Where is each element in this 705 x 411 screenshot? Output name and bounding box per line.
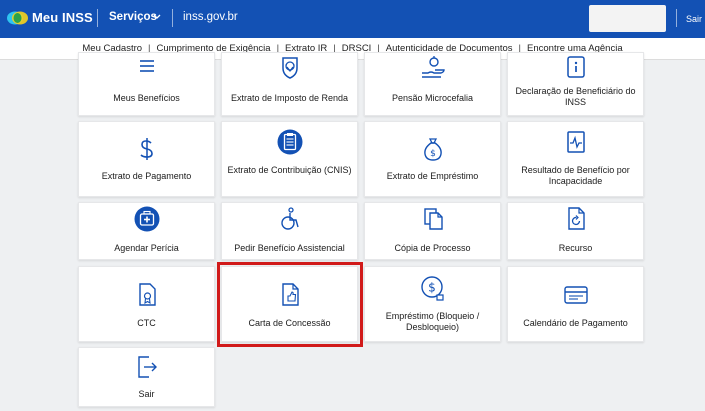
card-label: Extrato de Contribuição (CNIS) bbox=[227, 165, 352, 175]
card-label: Resultado de Benefício por Incapacidade bbox=[521, 165, 630, 186]
card-label: Cópia de Processo bbox=[394, 243, 471, 253]
money-lock-icon: $ bbox=[419, 275, 447, 301]
card-label: Extrato de Pagamento bbox=[101, 171, 192, 181]
card-agendar-pericia[interactable]: Agendar Perícia bbox=[78, 202, 215, 260]
card-pedir-beneficio-assistencial[interactable]: Pedir Benefício Assistencial bbox=[221, 202, 358, 260]
certificate-icon bbox=[133, 282, 161, 308]
meu-inss-logo-icon[interactable] bbox=[6, 9, 30, 27]
app-title[interactable]: Meu INSS bbox=[32, 10, 93, 25]
card-calendario-pagamento[interactable]: Calendário de Pagamento bbox=[507, 266, 644, 342]
calendar-card-icon bbox=[562, 282, 590, 308]
card-label: Recurso bbox=[558, 243, 593, 253]
card-label: Meus Benefícios bbox=[113, 93, 180, 103]
card-meus-beneficios[interactable]: Meus Benefícios bbox=[78, 52, 215, 116]
card-label: Pedir Benefício Assistencial bbox=[234, 243, 345, 253]
services-menu[interactable]: Serviços bbox=[109, 11, 157, 23]
header-divider bbox=[676, 9, 677, 27]
card-extrato-pagamento[interactable]: Extrato de Pagamento bbox=[78, 121, 215, 197]
user-name-box[interactable] bbox=[589, 5, 666, 32]
logout-link[interactable]: Sair bbox=[686, 14, 702, 24]
card-extrato-emprestimo[interactable]: $ Extrato de Empréstimo bbox=[364, 121, 501, 197]
card-label: CTC bbox=[137, 318, 156, 328]
card-label: Agendar Perícia bbox=[114, 243, 179, 253]
header-divider bbox=[172, 9, 173, 27]
wheelchair-icon bbox=[276, 206, 304, 232]
money-bag-icon: $ bbox=[419, 136, 447, 162]
hand-care-icon bbox=[419, 55, 447, 81]
copy-icon bbox=[419, 206, 447, 232]
medical-kit-icon bbox=[133, 206, 161, 232]
dollar-icon bbox=[133, 136, 161, 162]
clipboard-icon bbox=[276, 129, 304, 155]
chevron-down-icon[interactable] bbox=[153, 14, 161, 20]
logout-icon bbox=[133, 354, 161, 380]
card-pensao-microcefalia[interactable]: Pensão Microcefalia bbox=[364, 52, 501, 116]
card-label: Extrato de Imposto de Renda bbox=[230, 93, 349, 103]
top-header: Meu INSS Serviços inss.gov.br Sair bbox=[0, 0, 705, 38]
card-label: Empréstimo (Bloqueio / Desbloqueio) bbox=[385, 311, 480, 332]
svg-text:$: $ bbox=[428, 281, 436, 295]
highlight-box bbox=[217, 262, 363, 347]
card-label: Declaração de Beneficiário do INSS bbox=[515, 86, 636, 107]
refresh-document-icon bbox=[562, 206, 590, 232]
pulse-document-icon bbox=[562, 130, 590, 156]
card-sair[interactable]: Sair bbox=[78, 347, 215, 407]
lion-shield-icon bbox=[276, 55, 304, 81]
card-label: Calendário de Pagamento bbox=[523, 318, 628, 328]
info-document-icon bbox=[562, 55, 590, 81]
svg-text:$: $ bbox=[430, 149, 436, 159]
card-ctc[interactable]: CTC bbox=[78, 266, 215, 342]
card-label: Extrato de Empréstimo bbox=[386, 171, 479, 181]
card-extrato-imposto-renda[interactable]: Extrato de Imposto de Renda bbox=[221, 52, 358, 116]
card-recurso[interactable]: Recurso bbox=[507, 202, 644, 260]
card-copia-processo[interactable]: Cópia de Processo bbox=[364, 202, 501, 260]
header-divider bbox=[97, 9, 98, 27]
card-extrato-contribuicao[interactable]: Extrato de Contribuição (CNIS) bbox=[221, 121, 358, 197]
domain-link[interactable]: inss.gov.br bbox=[183, 11, 238, 23]
list-icon bbox=[133, 55, 161, 81]
card-declaracao-beneficiario[interactable]: Declaração de Beneficiário do INSS bbox=[507, 52, 644, 116]
card-resultado-beneficio-incapacidade[interactable]: Resultado de Benefício por Incapacidade bbox=[507, 121, 644, 197]
card-label: Sair bbox=[138, 389, 155, 399]
card-emprestimo-bloqueio[interactable]: $ Empréstimo (Bloqueio / Desbloqueio) bbox=[364, 266, 501, 342]
card-label: Pensão Microcefalia bbox=[391, 93, 474, 103]
